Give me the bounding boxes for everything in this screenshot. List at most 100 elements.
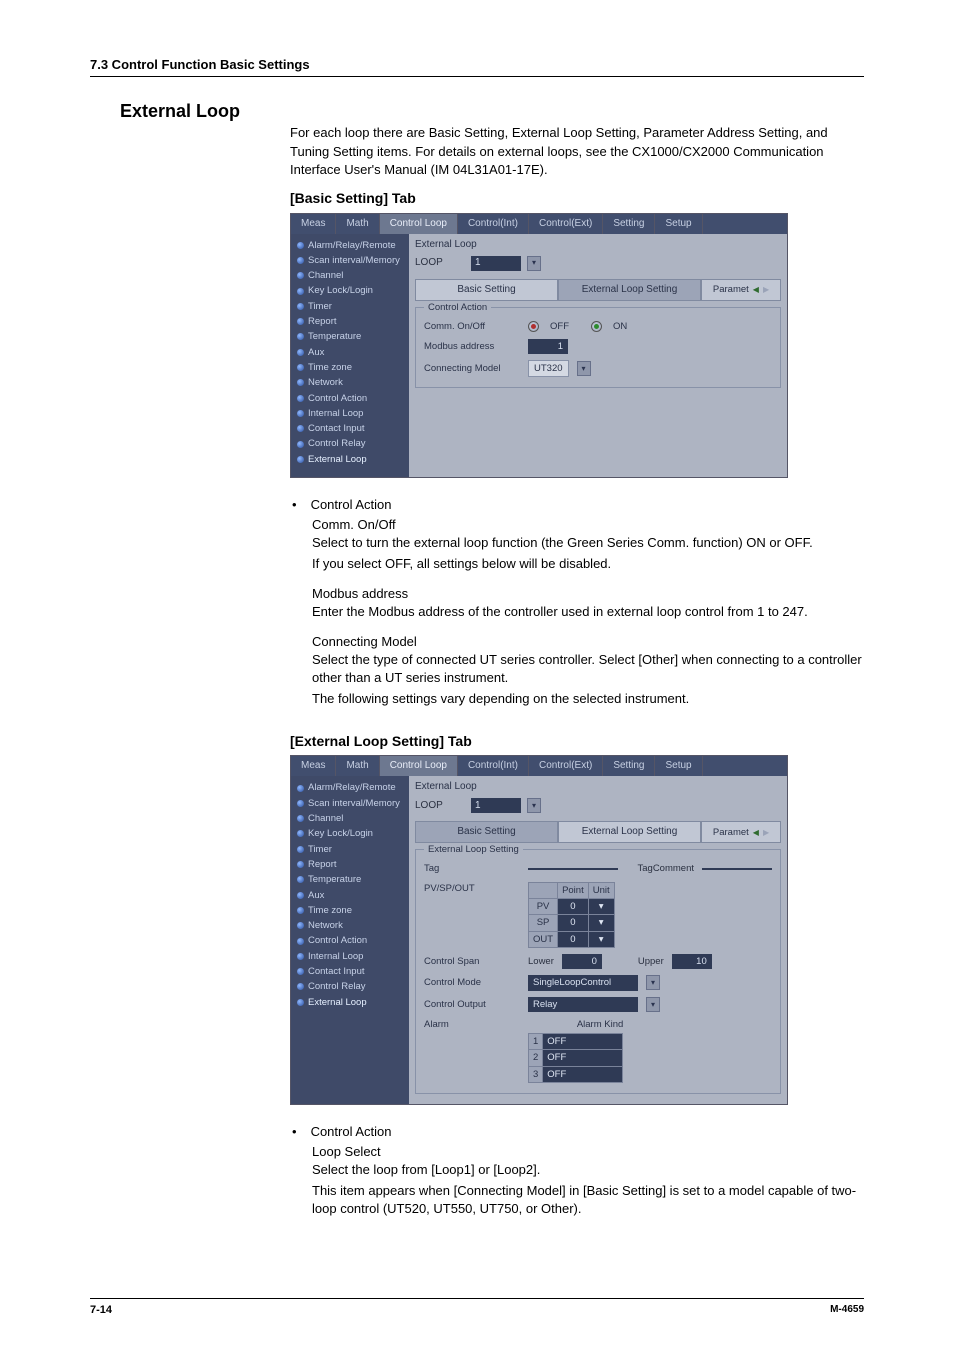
modbus-p: Enter the Modbus address of the controll… xyxy=(312,603,864,621)
parameter-link[interactable]: Paramet ◀ ▶ xyxy=(701,821,781,843)
radio-off[interactable] xyxy=(528,321,539,332)
subtab-external-loop-setting[interactable]: External Loop Setting xyxy=(558,279,701,301)
dropdown-icon[interactable]: ▾ xyxy=(646,975,660,990)
sidebar-item[interactable]: Internal Loop xyxy=(297,406,403,421)
tab-setting[interactable]: Setting xyxy=(603,214,655,234)
control-mode-value[interactable]: SingleLoopControl xyxy=(528,975,638,990)
bullet-icon xyxy=(297,349,304,356)
sidebar-item[interactable]: Network xyxy=(297,918,403,933)
loop-select[interactable]: 1 xyxy=(471,798,521,813)
dropdown-icon[interactable]: ▾ xyxy=(527,256,541,271)
sidebar-item[interactable]: Internal Loop xyxy=(297,949,403,964)
tab-control-ext[interactable]: Control(Ext) xyxy=(529,756,603,776)
out-point[interactable]: 0 xyxy=(558,931,589,947)
tab-math[interactable]: Math xyxy=(336,756,379,776)
page-number: 7-14 xyxy=(90,1303,112,1318)
pv-unit[interactable]: ▾ xyxy=(588,899,614,915)
pv-point[interactable]: 0 xyxy=(558,899,589,915)
tab-control-loop[interactable]: Control Loop xyxy=(380,214,458,234)
alarm-1-kind[interactable]: OFF xyxy=(543,1034,623,1050)
tab-setup[interactable]: Setup xyxy=(655,756,702,776)
subtab-basic-setting[interactable]: Basic Setting xyxy=(415,821,558,843)
sp-point[interactable]: 0 xyxy=(558,915,589,931)
alarm-3-kind[interactable]: OFF xyxy=(543,1066,623,1082)
sidebar-item[interactable]: Channel xyxy=(297,268,403,283)
span-upper-value[interactable]: 10 xyxy=(672,954,712,969)
dropdown-icon[interactable]: ▾ xyxy=(577,361,591,376)
sidebar-item[interactable]: Timer xyxy=(297,842,403,857)
tab-math[interactable]: Math xyxy=(336,214,379,234)
control-output-value[interactable]: Relay xyxy=(528,997,638,1012)
sidebar-item[interactable]: Contact Input xyxy=(297,964,403,979)
tab-control-loop[interactable]: Control Loop xyxy=(380,756,458,776)
sidebar-item[interactable]: Network xyxy=(297,375,403,390)
group-legend: External Loop Setting xyxy=(424,843,523,856)
bullet-control-action-2: • Control Action xyxy=(290,1123,864,1141)
pvspout-table: PointUnit PV0▾ SP0▾ OUT0▾ xyxy=(528,882,615,948)
span-lower-value[interactable]: 0 xyxy=(562,954,602,969)
connecting-model-select[interactable]: UT320 xyxy=(528,360,569,377)
group-legend: Control Action xyxy=(424,301,491,314)
tab-setup[interactable]: Setup xyxy=(655,214,702,234)
tab-meas[interactable]: Meas xyxy=(291,756,336,776)
sidebar-item[interactable]: Alarm/Relay/Remote xyxy=(297,780,403,795)
tab-control-ext[interactable]: Control(Ext) xyxy=(529,214,603,234)
subtab-external-loop-setting[interactable]: External Loop Setting xyxy=(558,821,701,843)
sidebar-item[interactable]: Key Lock/Login xyxy=(297,283,403,298)
tab-control-int[interactable]: Control(Int) xyxy=(458,214,529,234)
sidebar-item[interactable]: Scan interval/Memory xyxy=(297,253,403,268)
sidebar-item[interactable]: Timer xyxy=(297,299,403,314)
bullet-control-action: • Control Action xyxy=(290,496,864,514)
sidebar-item[interactable]: Key Lock/Login xyxy=(297,826,403,841)
alarm-kind-label: Alarm Kind xyxy=(528,1018,623,1031)
dropdown-icon[interactable]: ▾ xyxy=(646,997,660,1012)
bullet-icon xyxy=(297,830,304,837)
header-rule xyxy=(90,76,864,77)
sidebar-item[interactable]: Report xyxy=(297,314,403,329)
tagcomment-value[interactable] xyxy=(702,868,772,870)
top-tabs: Meas Math Control Loop Control(Int) Cont… xyxy=(291,756,787,776)
dropdown-icon[interactable]: ▾ xyxy=(527,798,541,813)
loop-select[interactable]: 1 xyxy=(471,256,521,271)
bullet-icon xyxy=(297,815,304,822)
sidebar-item[interactable]: Channel xyxy=(297,811,403,826)
radio-on[interactable] xyxy=(591,321,602,332)
main-panel: External Loop LOOP 1 ▾ Basic Setting Ext… xyxy=(409,234,787,477)
loop-label: LOOP xyxy=(415,256,465,270)
panel-title: External Loop xyxy=(415,781,477,792)
sidebar-item[interactable]: Temperature xyxy=(297,329,403,344)
sidebar-item[interactable]: Control Relay xyxy=(297,979,403,994)
bullet-icon xyxy=(297,257,304,264)
subtab-basic-setting[interactable]: Basic Setting xyxy=(415,279,558,301)
alarm-2-kind[interactable]: OFF xyxy=(543,1050,623,1066)
bullet-icon xyxy=(297,892,304,899)
modbus-address-value[interactable]: 1 xyxy=(528,339,568,354)
sidebar-item[interactable]: Scan interval/Memory xyxy=(297,796,403,811)
sidebar-item[interactable]: Control Action xyxy=(297,391,403,406)
bullet-icon xyxy=(297,303,304,310)
sidebar-item-external-loop[interactable]: External Loop xyxy=(297,452,403,467)
sidebar-item[interactable]: Report xyxy=(297,857,403,872)
bullet-icon xyxy=(297,364,304,371)
bullet-icon xyxy=(297,800,304,807)
arrow-right-icon: ▶ xyxy=(763,284,769,295)
sidebar-item[interactable]: Control Action xyxy=(297,933,403,948)
tab-setting[interactable]: Setting xyxy=(603,756,655,776)
tag-value[interactable] xyxy=(528,868,618,870)
sidebar-item[interactable]: Aux xyxy=(297,888,403,903)
sp-unit[interactable]: ▾ xyxy=(588,915,614,931)
sidebar-item-external-loop[interactable]: External Loop xyxy=(297,995,403,1010)
sidebar-item[interactable]: Time zone xyxy=(297,903,403,918)
out-unit[interactable]: ▾ xyxy=(588,931,614,947)
connecting-model-label: Connecting Model xyxy=(424,362,520,375)
comm-on-off-heading: Comm. On/Off xyxy=(312,516,864,534)
sidebar-item[interactable]: Contact Input xyxy=(297,421,403,436)
tab-control-int[interactable]: Control(Int) xyxy=(458,756,529,776)
sidebar-item[interactable]: Temperature xyxy=(297,872,403,887)
sidebar-item[interactable]: Control Relay xyxy=(297,436,403,451)
parameter-link[interactable]: Paramet ◀ ▶ xyxy=(701,279,781,301)
sidebar-item[interactable]: Alarm/Relay/Remote xyxy=(297,238,403,253)
sidebar-item[interactable]: Time zone xyxy=(297,360,403,375)
sidebar-item[interactable]: Aux xyxy=(297,345,403,360)
tab-meas[interactable]: Meas xyxy=(291,214,336,234)
